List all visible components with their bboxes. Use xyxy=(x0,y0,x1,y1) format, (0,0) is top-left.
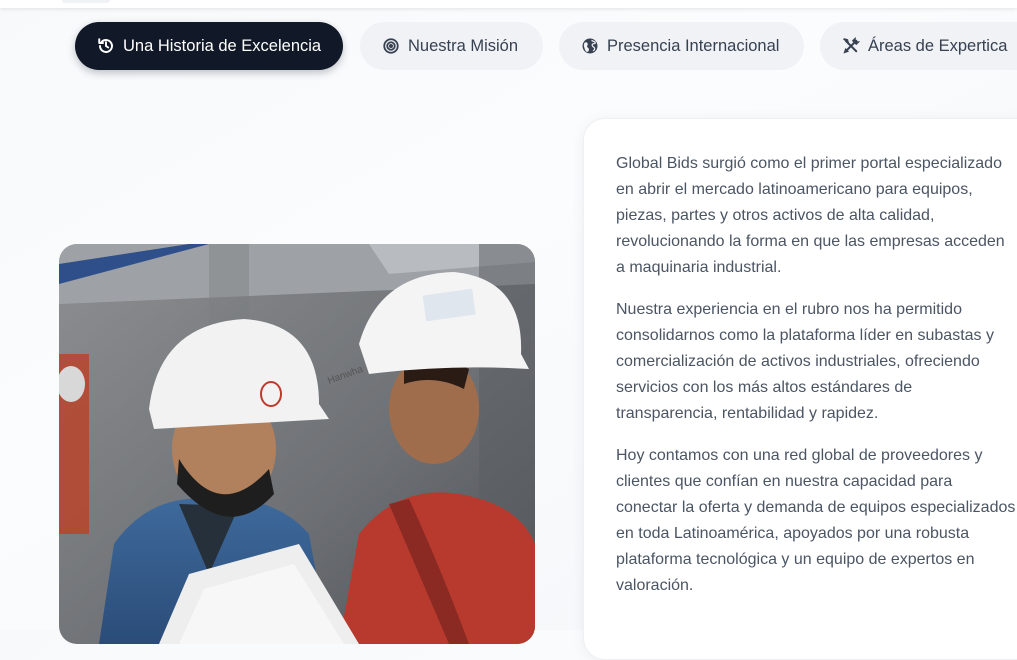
tab-label: Áreas de Expertica xyxy=(868,36,1008,55)
history-paragraph: Nuestra experiencia en el rubro nos ha p… xyxy=(616,301,994,422)
workers-photo: Hanwha xyxy=(59,244,535,644)
tab-expertica[interactable]: Áreas de Expertica xyxy=(820,22,1017,70)
nav-logo-edge xyxy=(62,0,110,3)
tools-icon xyxy=(842,37,860,55)
history-paragraph: Hoy contamos con una red global de prove… xyxy=(616,447,1016,594)
top-navigation-bar xyxy=(0,0,1017,8)
tab-label: Una Historia de Excelencia xyxy=(123,36,322,55)
history-paragraph: Global Bids surgió como el primer portal… xyxy=(616,155,1005,276)
target-icon xyxy=(382,37,400,55)
globe-icon xyxy=(581,37,599,55)
tab-historia[interactable]: Una Historia de Excelencia xyxy=(75,22,343,70)
tab-label: Presencia Internacional xyxy=(607,36,780,55)
history-icon xyxy=(97,37,115,55)
section-tabs: Una Historia de Excelencia Nuestra Misió… xyxy=(0,22,1017,70)
tab-mision[interactable]: Nuestra Misión xyxy=(360,22,543,70)
tab-label: Nuestra Misión xyxy=(408,36,519,55)
tab-presencia[interactable]: Presencia Internacional xyxy=(559,22,804,70)
